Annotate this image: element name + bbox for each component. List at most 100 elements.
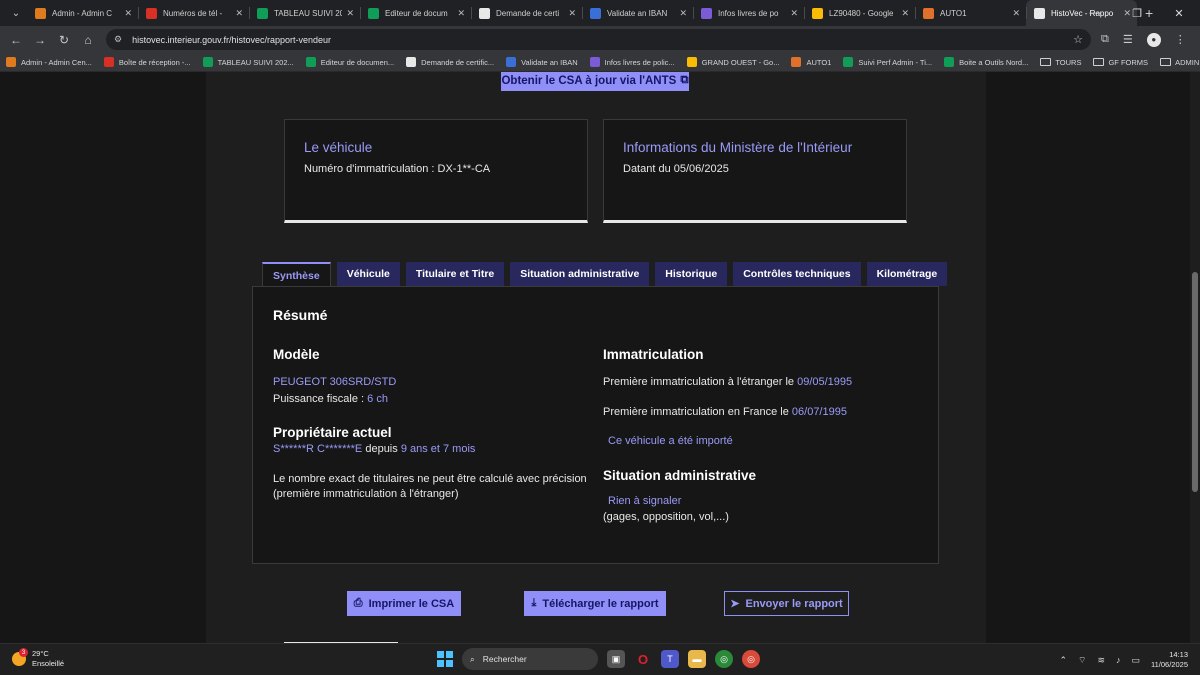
print-csa-button[interactable]: ⎙ Imprimer le CSA: [347, 591, 461, 616]
bookmark-item[interactable]: Editeur de documen...: [305, 57, 394, 67]
bookmark-item[interactable]: GRAND OUEST - Go...: [686, 57, 779, 67]
browser-tab[interactable]: Editeur de docum ✕: [360, 0, 471, 26]
owner-heading: Propriétaire actuel: [273, 425, 392, 440]
bookmark-item[interactable]: Boite a Outils Nord...: [944, 57, 1028, 67]
bookmark-folder-gf-forms[interactable]: GF FORMS: [1093, 58, 1148, 67]
tab-title: AUTO1: [940, 8, 967, 18]
minimize-icon[interactable]: —: [1074, 7, 1116, 19]
file-explorer-icon[interactable]: ▬: [688, 650, 706, 668]
bookmark-item[interactable]: Boîte de réception -...: [103, 57, 191, 67]
extensions-icon[interactable]: ⧉: [1101, 33, 1109, 46]
reload-icon[interactable]: ↻: [52, 33, 76, 47]
chrome-icon[interactable]: ◎: [742, 650, 760, 668]
browser-tab[interactable]: Infos livres de po ✕: [693, 0, 804, 26]
bookmark-star-icon[interactable]: ☆: [1073, 33, 1083, 46]
ministry-card-date: Datant du 05/06/2025: [623, 163, 729, 175]
ants-csa-button[interactable]: Obtenir le CSA à jour via l'ANTS ⧉: [501, 72, 689, 91]
profile-avatar-icon[interactable]: ●: [1146, 32, 1161, 47]
network-icon[interactable]: ⌔: [1078, 655, 1086, 666]
owner-name: S******R C*******E: [273, 443, 363, 455]
close-tab-icon[interactable]: ✕: [124, 8, 132, 19]
forward-icon[interactable]: →: [28, 33, 52, 47]
page-content: Obtenir le CSA à jour via l'ANTS ⧉ Le vé…: [0, 72, 1200, 643]
bookmark-item[interactable]: Admin - Admin Cen...: [6, 57, 92, 67]
browser-tab[interactable]: TABLEAU SUIVI 20 ✕: [249, 0, 360, 26]
tab-controles-techniques[interactable]: Contrôles techniques: [733, 262, 861, 286]
battery-icon[interactable]: ▭: [1132, 655, 1141, 666]
bookmark-favicon-icon: [6, 57, 16, 67]
bookmark-folder-tours[interactable]: TOURS: [1040, 58, 1081, 67]
teams-icon[interactable]: T: [661, 650, 679, 668]
close-tab-icon[interactable]: ✕: [235, 8, 243, 19]
wifi-icon[interactable]: ≋: [1097, 655, 1105, 666]
bookmark-item[interactable]: TABLEAU SUIVI 202...: [202, 57, 294, 67]
close-window-icon[interactable]: ✕: [1158, 7, 1200, 20]
report-tabs: Synthèse Véhicule Titulaire et Titre Sit…: [262, 262, 948, 287]
menu-dots-icon[interactable]: ⋮: [1175, 33, 1186, 46]
browser-tab[interactable]: Numéros de tél - ✕: [138, 0, 249, 26]
scrollbar-thumb[interactable]: [1192, 272, 1198, 492]
tab-vehicule[interactable]: Véhicule: [336, 262, 400, 286]
task-view-icon[interactable]: ▣: [607, 650, 625, 668]
browser-tab[interactable]: Validate an IBAN ✕: [582, 0, 693, 26]
send-report-button[interactable]: ➤ Envoyer le rapport: [724, 591, 849, 616]
close-tab-icon[interactable]: ✕: [457, 8, 465, 19]
folder-icon: [1160, 58, 1172, 66]
browser-tab[interactable]: Admin - Admin C ✕: [27, 0, 138, 26]
bookmark-item[interactable]: AUTO1: [791, 57, 831, 67]
first-france-label: Première immatriculation en France le: [603, 406, 792, 418]
tab-synthese[interactable]: Synthèse: [262, 262, 331, 287]
chevron-up-icon[interactable]: ⌃: [1059, 655, 1067, 666]
download-icon: ⤓: [531, 597, 537, 609]
close-tab-icon[interactable]: ✕: [568, 8, 576, 19]
tab-favicon-icon: [1034, 7, 1045, 19]
close-tab-icon[interactable]: ✕: [1012, 8, 1020, 19]
tab-historique[interactable]: Historique: [655, 262, 728, 286]
reading-list-icon[interactable]: ☰: [1123, 33, 1133, 46]
tab-favicon-icon: [479, 7, 490, 19]
clock[interactable]: 14:13 11/06/2025: [1151, 650, 1188, 670]
close-tab-icon[interactable]: ✕: [346, 8, 354, 19]
tab-titulaire[interactable]: Titulaire et Titre: [405, 262, 505, 286]
tab-situation-administrative[interactable]: Situation administrative: [510, 262, 650, 286]
opera-icon[interactable]: O: [634, 650, 652, 668]
weather-widget[interactable]: 3 29°C Ensoleillé: [12, 648, 64, 669]
bookmark-folder-admin[interactable]: ADMIN: [1160, 58, 1199, 67]
bookmark-item[interactable]: Demande de certific...: [406, 57, 494, 67]
download-report-button[interactable]: ⤓ Télécharger le rapport: [524, 591, 666, 616]
back-icon[interactable]: ←: [4, 33, 28, 47]
page-scrollbar[interactable]: [1190, 72, 1200, 643]
site-info-icon[interactable]: ⚙: [114, 34, 122, 45]
close-tab-icon[interactable]: ✕: [790, 8, 798, 19]
tab-kilometrage[interactable]: Kilométrage: [866, 262, 948, 286]
tab-favicon-icon: [368, 7, 379, 19]
bookmark-folder-label: TOURS: [1055, 57, 1082, 67]
close-tab-icon[interactable]: ✕: [679, 8, 687, 19]
maximize-icon[interactable]: ❐: [1116, 7, 1158, 20]
close-tab-icon[interactable]: ✕: [901, 8, 909, 19]
chrome-profile-icon[interactable]: ◎: [715, 650, 733, 668]
bookmark-label: Admin - Admin Cen...: [21, 57, 92, 67]
owners-note-line-1: Le nombre exact de titulaires ne peut êt…: [273, 473, 587, 485]
first-registration-france: Première immatriculation en France le 06…: [603, 406, 847, 418]
registration-heading: Immatriculation: [603, 347, 704, 362]
bookmarks-bar: Admin - Admin Cen... Boîte de réception -…: [0, 53, 1200, 72]
bookmark-item[interactable]: Suivi Perf Admin - Ti...: [843, 57, 932, 67]
first-foreign-date: 09/05/1995: [797, 376, 853, 388]
home-icon[interactable]: ⌂: [76, 33, 100, 47]
tab-title: TABLEAU SUIVI 20: [274, 8, 343, 18]
url-field[interactable]: ⚙ histovec.interieur.gouv.fr/histovec/ra…: [106, 29, 1091, 50]
bookmark-favicon-icon: [305, 57, 316, 67]
windows-start-icon[interactable]: [437, 651, 453, 667]
bookmark-favicon-icon: [843, 57, 854, 67]
browser-tab[interactable]: LZ90480 - Google ✕: [804, 0, 915, 26]
bookmark-item[interactable]: Validate an IBAN: [506, 57, 578, 67]
browser-tab[interactable]: AUTO1 ✕: [915, 0, 1026, 26]
bookmark-item[interactable]: Infos livres de polic...: [589, 57, 675, 67]
taskbar-search[interactable]: ⌕ Rechercher: [462, 648, 598, 670]
ministry-card: Informations du Ministère de l'Intérieur…: [603, 119, 907, 223]
volume-icon[interactable]: ♪: [1116, 655, 1121, 665]
imported-info: Ce véhicule a été importé: [603, 435, 733, 447]
tab-search-icon[interactable]: ⌄: [5, 4, 27, 22]
browser-tab[interactable]: Demande de certi ✕: [471, 0, 582, 26]
